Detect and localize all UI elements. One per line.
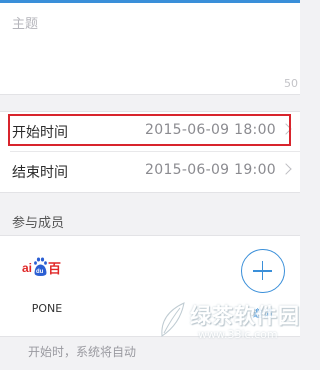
start-time-label: 开始时间	[12, 125, 68, 141]
members-card: ai du 百 PONE 邀请	[0, 235, 300, 337]
member-name: PONE	[31, 302, 63, 315]
reminder-notice: 开始时，系统将自动	[28, 345, 137, 359]
start-time-row[interactable]: 开始时间 2015-06-09 18:00	[0, 112, 300, 150]
svg-text:du: du	[36, 269, 44, 275]
member-avatar[interactable]: ai du 百	[22, 256, 72, 280]
chevron-right-icon	[280, 123, 292, 135]
invite-button[interactable]	[241, 249, 285, 293]
subject-textarea[interactable]: 主题 50	[0, 3, 300, 95]
members-section-title: 参与成员	[12, 216, 65, 231]
subject-placeholder: 主题	[12, 17, 39, 32]
svg-text:ai: ai	[22, 261, 32, 275]
character-count: 50	[284, 77, 298, 90]
baidu-logo-icon: ai du 百	[22, 257, 61, 277]
svg-text:百: 百	[48, 262, 61, 277]
invite-label: 邀请	[253, 309, 273, 320]
time-settings-card: 开始时间 2015-06-09 18:00 结束时间 2015-06-09 19…	[0, 111, 300, 193]
end-time-label: 结束时间	[12, 165, 68, 181]
end-time-row[interactable]: 结束时间 2015-06-09 19:00	[0, 152, 300, 190]
end-time-value: 2015-06-09 19:00	[145, 162, 276, 178]
chevron-right-icon	[280, 163, 292, 175]
plus-icon-vertical	[261, 261, 263, 280]
start-time-value: 2015-06-09 18:00	[145, 122, 276, 138]
